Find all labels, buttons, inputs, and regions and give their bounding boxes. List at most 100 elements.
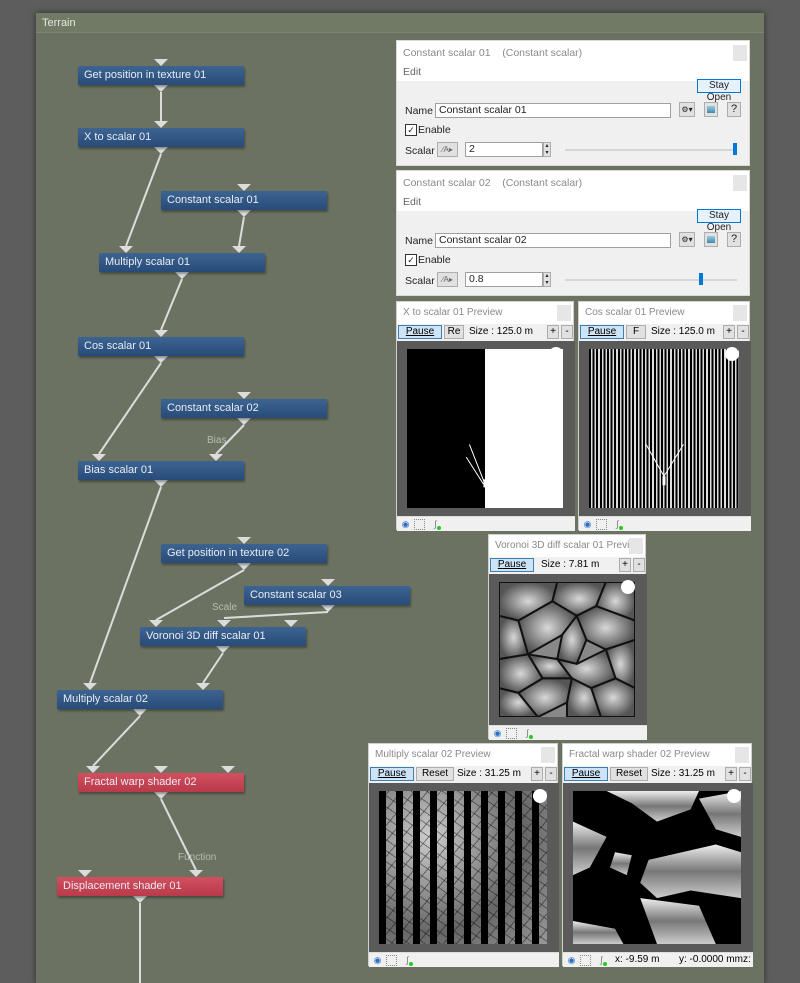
scalar-slider-thumb[interactable] bbox=[699, 273, 704, 285]
node-multiply-scalar-02[interactable]: Multiply scalar 02 bbox=[57, 690, 223, 709]
node-constant-scalar-03[interactable]: Constant scalar 03 bbox=[244, 586, 410, 605]
zoom-out-button[interactable]: - bbox=[561, 325, 573, 339]
function-mode-button[interactable]: ∕A▸ bbox=[437, 142, 458, 157]
scalar-input[interactable]: 0.8 bbox=[465, 272, 543, 287]
output-port[interactable] bbox=[321, 605, 335, 612]
eye-icon[interactable]: ◉ bbox=[565, 954, 578, 966]
preview-button[interactable] bbox=[704, 232, 718, 247]
input-port[interactable] bbox=[149, 620, 163, 627]
scalar-slider-track[interactable] bbox=[565, 149, 737, 151]
input-port[interactable] bbox=[284, 620, 298, 627]
input-port[interactable] bbox=[78, 870, 92, 877]
input-port[interactable] bbox=[154, 330, 168, 337]
input-port[interactable] bbox=[92, 454, 106, 461]
gear-menu-button[interactable]: ⚙▾ bbox=[679, 102, 695, 117]
input-port[interactable] bbox=[83, 683, 97, 690]
pause-button[interactable]: Pause bbox=[490, 558, 534, 572]
output-port[interactable] bbox=[237, 418, 251, 425]
input-port[interactable] bbox=[86, 766, 100, 773]
output-port[interactable] bbox=[154, 792, 168, 799]
output-port[interactable] bbox=[154, 480, 168, 487]
enable-checkbox[interactable]: ✓ bbox=[405, 254, 417, 266]
node-constant-scalar-02[interactable]: Constant scalar 02 bbox=[161, 399, 327, 418]
pause-button[interactable]: Pause bbox=[564, 767, 608, 781]
preview-viewport[interactable] bbox=[397, 341, 575, 516]
zoom-in-button[interactable]: + bbox=[619, 558, 631, 572]
output-port[interactable] bbox=[154, 147, 168, 154]
output-port[interactable] bbox=[133, 896, 147, 903]
camera-gizmo-icon[interactable] bbox=[727, 789, 741, 803]
output-port[interactable] bbox=[154, 356, 168, 363]
input-port[interactable] bbox=[196, 683, 210, 690]
node-displacement-shader-01[interactable]: Displacement shader 01 bbox=[57, 877, 223, 896]
node-get-position-01[interactable]: Get position in texture 01 bbox=[78, 66, 244, 85]
frame-icon[interactable] bbox=[596, 519, 607, 530]
curve-icon[interactable]: ∫ bbox=[595, 954, 608, 966]
frame-icon[interactable] bbox=[506, 728, 517, 739]
node-multiply-scalar-01[interactable]: Multiply scalar 01 bbox=[99, 253, 265, 272]
close-button[interactable] bbox=[733, 45, 747, 61]
node-bias-scalar-01[interactable]: Bias scalar 01 bbox=[78, 461, 244, 480]
frame-icon[interactable] bbox=[386, 955, 397, 966]
close-button[interactable] bbox=[733, 175, 747, 191]
name-input[interactable]: Constant scalar 01 bbox=[435, 103, 671, 118]
scalar-slider-track[interactable] bbox=[565, 279, 737, 281]
pause-button[interactable]: Pause bbox=[370, 767, 414, 781]
preview-viewport[interactable] bbox=[563, 783, 753, 952]
pause-button[interactable]: Pause bbox=[580, 325, 624, 339]
gear-menu-button[interactable]: ⚙▾ bbox=[679, 232, 695, 247]
curve-icon[interactable]: ∫ bbox=[611, 518, 624, 530]
camera-gizmo-icon[interactable] bbox=[533, 789, 547, 803]
curve-icon[interactable]: ∫ bbox=[429, 518, 442, 530]
pause-button[interactable]: Pause bbox=[398, 325, 442, 339]
output-port[interactable] bbox=[237, 563, 251, 570]
name-input[interactable]: Constant scalar 02 bbox=[435, 233, 671, 248]
scalar-input[interactable]: 2 bbox=[465, 142, 543, 157]
camera-gizmo-icon[interactable] bbox=[549, 347, 563, 361]
input-port[interactable] bbox=[154, 121, 168, 128]
zoom-out-button[interactable]: - bbox=[737, 325, 749, 339]
scalar-slider-thumb[interactable] bbox=[733, 143, 737, 155]
input-port[interactable] bbox=[154, 766, 168, 773]
node-cos-scalar-01[interactable]: Cos scalar 01 bbox=[78, 337, 244, 356]
node-fractal-warp-shader-02[interactable]: Fractal warp shader 02 bbox=[78, 773, 244, 792]
preview-viewport[interactable] bbox=[579, 341, 751, 516]
input-port[interactable] bbox=[119, 246, 133, 253]
zoom-in-button[interactable]: + bbox=[547, 325, 559, 339]
preview-viewport[interactable] bbox=[489, 574, 647, 725]
input-port[interactable] bbox=[217, 620, 231, 627]
curve-icon[interactable]: ∫ bbox=[521, 727, 534, 739]
input-port[interactable] bbox=[232, 246, 246, 253]
curve-icon[interactable]: ∫ bbox=[401, 954, 414, 966]
frame-icon[interactable] bbox=[414, 519, 425, 530]
node-voronoi-3d-diff-01[interactable]: Voronoi 3D diff scalar 01 bbox=[140, 627, 306, 646]
frame-icon[interactable] bbox=[580, 955, 591, 966]
stay-open-button[interactable]: Stay Open bbox=[697, 79, 741, 103]
output-port[interactable] bbox=[237, 210, 251, 217]
reset-button[interactable]: Reset bbox=[610, 767, 648, 781]
eye-icon[interactable]: ◉ bbox=[399, 518, 412, 530]
camera-gizmo-icon[interactable] bbox=[621, 580, 635, 594]
reset-button[interactable]: Re bbox=[444, 325, 464, 339]
node-constant-scalar-01[interactable]: Constant scalar 01 bbox=[161, 191, 327, 210]
input-port[interactable] bbox=[237, 537, 251, 544]
node-get-position-02[interactable]: Get position in texture 02 bbox=[161, 544, 327, 563]
eye-icon[interactable]: ◉ bbox=[491, 727, 504, 739]
input-port[interactable] bbox=[237, 184, 251, 191]
enable-checkbox[interactable]: ✓ bbox=[405, 124, 417, 136]
zoom-out-button[interactable]: - bbox=[545, 767, 557, 781]
close-button[interactable] bbox=[735, 747, 749, 763]
stay-open-button[interactable]: Stay Open bbox=[697, 209, 741, 233]
input-port[interactable] bbox=[209, 454, 223, 461]
output-port[interactable] bbox=[133, 709, 147, 716]
input-port[interactable] bbox=[221, 766, 235, 773]
input-port[interactable] bbox=[237, 392, 251, 399]
zoom-in-button[interactable]: + bbox=[531, 767, 543, 781]
zoom-out-button[interactable]: - bbox=[739, 767, 751, 781]
eye-icon[interactable]: ◉ bbox=[581, 518, 594, 530]
preview-button[interactable] bbox=[704, 102, 718, 117]
node-x-to-scalar-01[interactable]: X to scalar 01 bbox=[78, 128, 244, 147]
scalar-spinner[interactable]: ▴ ▾ bbox=[543, 142, 551, 157]
reset-button[interactable]: Reset bbox=[416, 767, 454, 781]
output-port[interactable] bbox=[175, 272, 189, 279]
